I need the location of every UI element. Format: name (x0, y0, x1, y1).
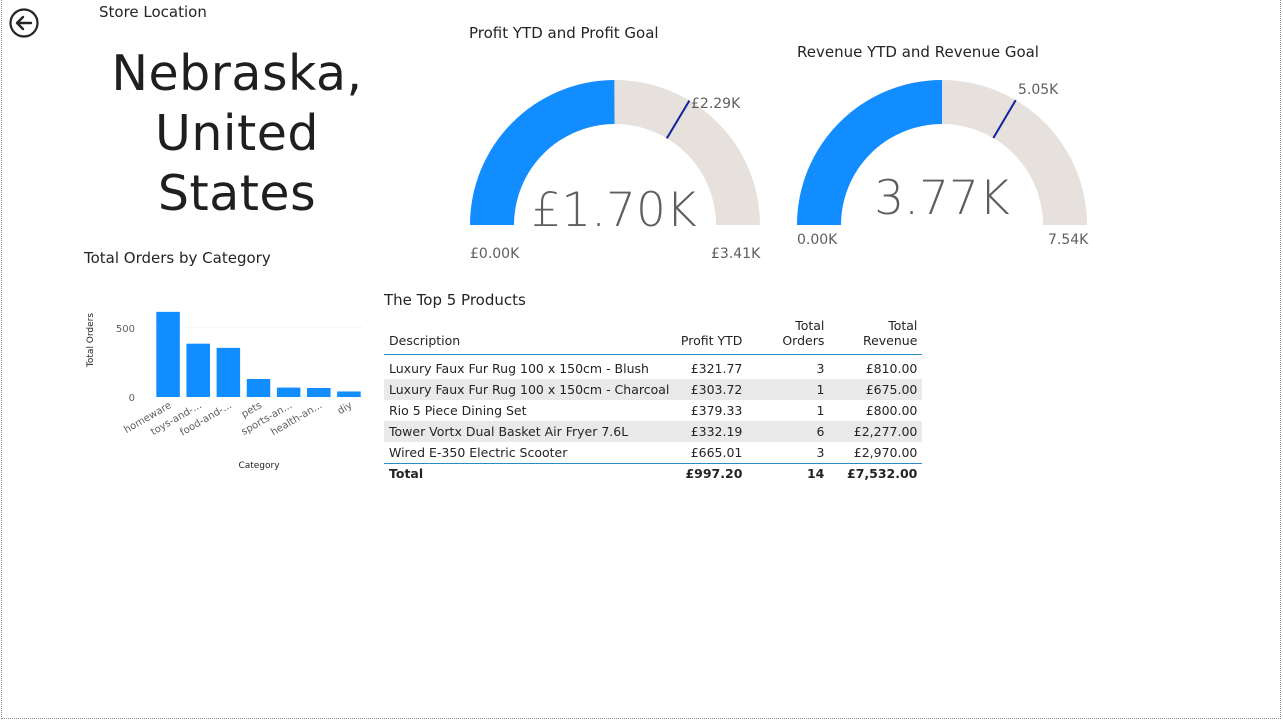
table-row[interactable]: Tower Vortx Dual Basket Air Fryer 7.6L £… (384, 421, 923, 442)
revenue-gauge-title: Revenue YTD and Revenue Goal (797, 43, 1039, 61)
profit-gauge-min: £0.00K (470, 246, 520, 262)
product-description: Tower Vortx Dual Basket Air Fryer 7.6L (384, 421, 675, 442)
y-tick-label: 500 (116, 324, 135, 335)
orders-chart-title: Total Orders by Category (84, 249, 271, 267)
y-tick-label: 0 (129, 393, 135, 404)
product-revenue: £800.00 (865, 403, 918, 418)
back-arrow-icon[interactable] (8, 7, 40, 39)
location-line-1: Nebraska, (111, 45, 363, 102)
profit-gauge-title: Profit YTD and Profit Goal (469, 24, 659, 42)
bar-diy[interactable] (337, 391, 361, 397)
product-orders: 1 (816, 403, 825, 418)
report-canvas: Store Location Nebraska, United States P… (1, 0, 1281, 719)
store-location-card: Nebraska, United States (97, 44, 377, 224)
location-line-2: United (155, 105, 319, 162)
table-row[interactable]: Luxury Faux Fur Rug 100 x 150cm - Blush … (384, 355, 922, 380)
revenue-gauge-min: 0.00K (797, 232, 838, 248)
bar-sportsan[interactable] (276, 387, 301, 397)
revenue-gauge-target: 5.05K (1018, 82, 1059, 98)
table-header-row: Description Profit YTD Total Orders Tota… (384, 315, 923, 355)
product-profit: £379.33 (690, 403, 743, 418)
x-tick-label: diy (336, 400, 355, 417)
product-orders: 1 (747, 379, 830, 400)
bar-pets[interactable] (246, 379, 271, 397)
y-axis-label: Total Orders (86, 313, 96, 368)
store-location-label: Store Location (99, 3, 207, 21)
table-row[interactable]: Rio 5 Piece Dining Set £379.33 1 £800.00 (384, 400, 922, 421)
bar-toysand[interactable] (186, 343, 210, 397)
top-products-title: The Top 5 Products (384, 291, 526, 309)
product-orders: 6 (747, 421, 830, 442)
product-orders: 3 (816, 361, 825, 376)
product-revenue: £810.00 (865, 361, 918, 376)
column-header-orders[interactable]: Total Orders (747, 315, 829, 355)
total-orders: 14 (806, 465, 825, 481)
total-label: Total (389, 465, 424, 481)
table-row[interactable]: Luxury Faux Fur Rug 100 x 150cm - Charco… (384, 379, 923, 400)
revenue-gauge-max: 7.54K (1048, 232, 1089, 248)
column-header-profit[interactable]: Profit YTD (674, 315, 747, 355)
total-profit: £997.20 (685, 465, 743, 481)
profit-gauge-max: £3.41K (711, 246, 761, 262)
column-header-description[interactable]: Description (384, 315, 674, 355)
product-profit: £303.72 (674, 379, 748, 400)
bar-healthan[interactable] (307, 388, 331, 397)
profit-gauge-value: £1.70K (531, 183, 697, 238)
product-orders: 3 (816, 445, 825, 460)
product-revenue: £2,970.00 (853, 445, 918, 460)
profit-gauge-target: £2.29K (691, 96, 741, 112)
location-line-3: States (157, 165, 317, 222)
product-revenue: £2,277.00 (829, 421, 923, 442)
x-axis-label: Category (238, 461, 280, 471)
orders-by-category-chart[interactable]: Total Orders0500homewaretoys-and-...food… (80, 290, 380, 480)
bar-homeware[interactable] (156, 311, 180, 397)
table-row[interactable]: Wired E-350 Electric Scooter £665.01 3 £… (384, 442, 922, 464)
column-header-revenue[interactable]: Total Revenue (829, 315, 922, 355)
product-description: Luxury Faux Fur Rug 100 x 150cm - Blush (389, 361, 649, 376)
product-description: Luxury Faux Fur Rug 100 x 150cm - Charco… (384, 379, 675, 400)
total-revenue: £7,532.00 (847, 465, 918, 481)
product-revenue: £675.00 (829, 379, 923, 400)
product-profit: £665.01 (690, 445, 743, 460)
product-profit: £332.19 (674, 421, 748, 442)
bar-foodand[interactable] (216, 347, 241, 397)
table-total-row: Total £997.20 14 £7,532.00 (384, 463, 923, 483)
product-description: Wired E-350 Electric Scooter (389, 445, 568, 460)
product-description: Rio 5 Piece Dining Set (389, 403, 527, 418)
top-products-table: Description Profit YTD Total Orders Tota… (384, 315, 923, 483)
product-profit: £321.77 (690, 361, 743, 376)
revenue-gauge[interactable] (769, 60, 1119, 260)
revenue-gauge-value: 3.77K (874, 171, 1010, 226)
